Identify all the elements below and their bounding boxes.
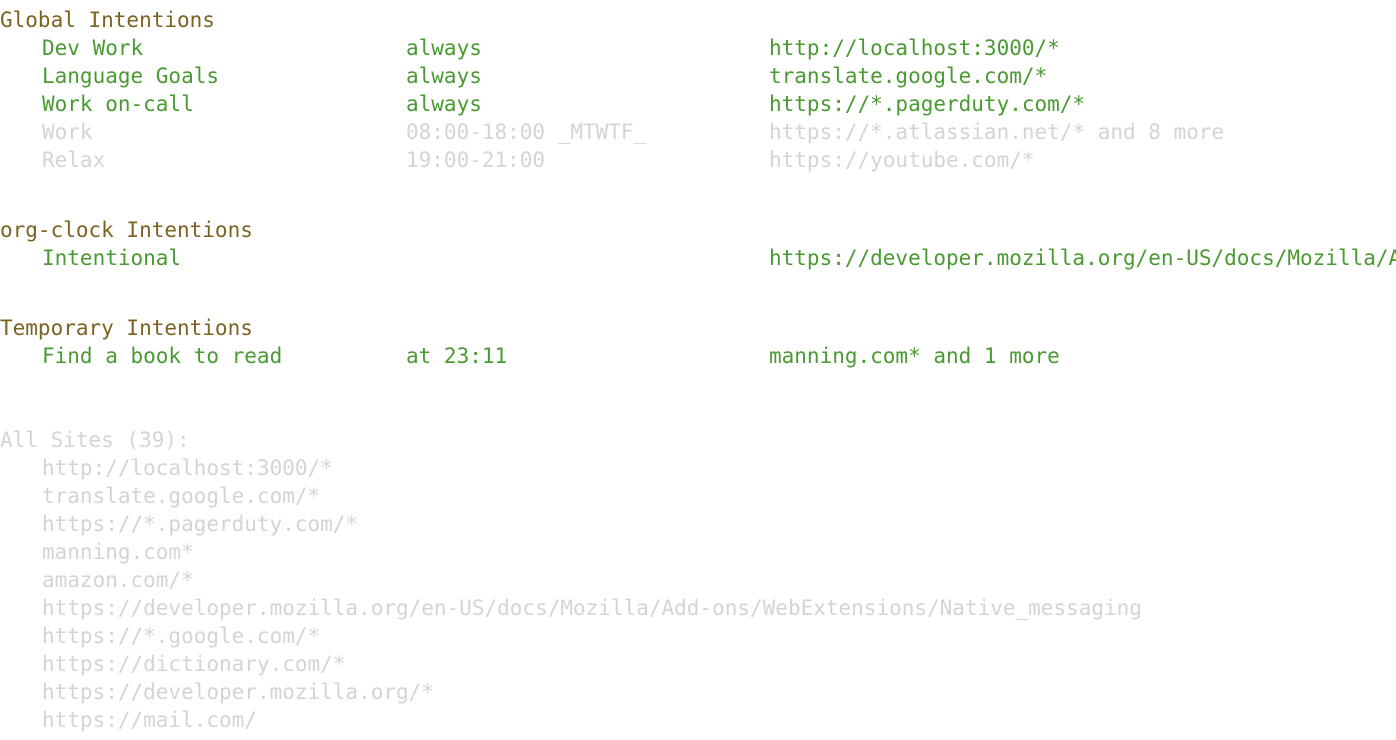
intention-row[interactable]: Work 08:00-18:00 _MTWTF_ https://*.atlassi… [0, 118, 1396, 146]
all-sites-item: https://*.google.com/* [42, 624, 321, 648]
section-temporary-intentions: Temporary Intentions Find a book to read… [0, 314, 1396, 370]
all-sites-item: amazon.com/* [42, 568, 194, 592]
section-title-temporary: Temporary Intentions [0, 316, 253, 340]
intention-url-pattern: https://*.pagerduty.com/* [769, 92, 1086, 116]
intention-url-pattern: https://youtube.com/* [769, 148, 1035, 172]
all-sites-item: http://localhost:3000/* [42, 456, 333, 480]
intentions-popup: Global Intentions Dev Work always http://l… [0, 0, 1396, 740]
intention-row[interactable]: Language Goals always translate.google.com… [0, 62, 1396, 90]
intention-schedule: 08:00-18:00 _MTWTF_ [406, 120, 647, 144]
intention-row[interactable]: Intentional https://developer.mozilla.org… [0, 244, 1396, 272]
intention-row[interactable]: Dev Work always http://localhost:3000/* [0, 34, 1396, 62]
intention-url-pattern: translate.google.com/* [769, 64, 1048, 88]
intention-schedule: at 23:11 [406, 344, 508, 368]
all-sites-item: https://*.pagerduty.com/* [42, 512, 359, 536]
intention-url-pattern: http://localhost:3000/* [769, 36, 1060, 60]
all-sites-item: manning.com* [42, 540, 194, 564]
intention-name: Work [42, 120, 93, 144]
intention-row[interactable]: Work on-call always https://*.pagerduty.co… [0, 90, 1396, 118]
intention-url-pattern: manning.com* and 1 more [769, 344, 1060, 368]
all-sites-item: https://dictionary.com/* [42, 652, 346, 676]
intention-name: Language Goals [42, 64, 220, 88]
intention-name: Work on-call [42, 92, 194, 116]
section-all-sites: All Sites (39): http://localhost:3000/* t… [0, 426, 1396, 734]
temporary-intentions-rows: Find a book to read at 23:11 manning.com* … [0, 342, 1396, 370]
intention-name: Find a book to read [42, 344, 283, 368]
section-title-global: Global Intentions [0, 8, 215, 32]
all-sites-item: translate.google.com/* [42, 484, 321, 508]
all-sites-item: https://developer.mozilla.org/* [42, 680, 434, 704]
intention-url-pattern: https://*.atlassian.net/* and 8 more [769, 120, 1225, 144]
intention-row[interactable]: Relax 19:00-21:00 https://youtube.com/* [0, 146, 1396, 174]
intention-schedule: 19:00-21:00 [406, 148, 546, 172]
all-sites-label: All Sites (39): [0, 428, 190, 452]
section-orgclock-intentions: org-clock Intentions Intentional https://… [0, 216, 1396, 272]
all-sites-list: http://localhost:3000/* translate.google.… [0, 454, 1396, 734]
intention-url-pattern: https://developer.mozilla.org/en-US/docs… [769, 246, 1396, 270]
intention-schedule: always [406, 92, 482, 116]
intention-name: Intentional [42, 246, 182, 270]
intention-schedule: always [406, 36, 482, 60]
all-sites-item: https://developer.mozilla.org/en-US/docs… [42, 596, 1142, 620]
intention-name: Dev Work [42, 36, 144, 60]
intention-name: Relax [42, 148, 106, 172]
all-sites-item: https://mail.com/ [42, 708, 257, 732]
intention-schedule: always [406, 64, 482, 88]
global-intentions-rows: Dev Work always http://localhost:3000/* Lan… [0, 34, 1396, 174]
orgclock-intentions-rows: Intentional https://developer.mozilla.org… [0, 244, 1396, 272]
intention-row[interactable]: Find a book to read at 23:11 manning.com* … [0, 342, 1396, 370]
section-title-orgclock: org-clock Intentions [0, 218, 253, 242]
section-global-intentions: Global Intentions Dev Work always http://l… [0, 6, 1396, 174]
